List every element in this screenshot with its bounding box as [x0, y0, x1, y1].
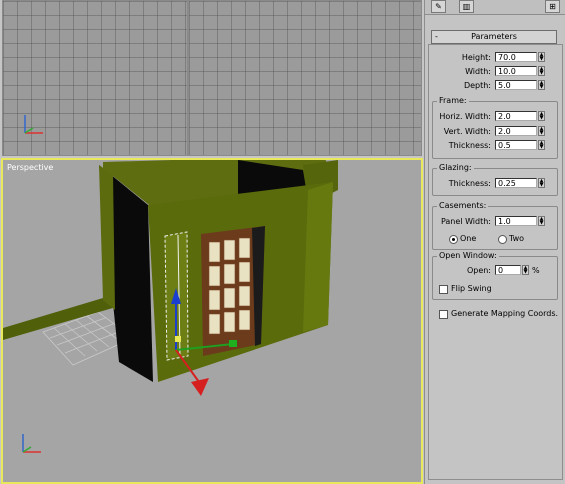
scene-render [3, 160, 338, 396]
depth-field[interactable]: 5.0 [495, 80, 537, 90]
open-field[interactable]: 0 [495, 265, 521, 275]
top-right-viewport[interactable] [188, 0, 422, 156]
frame-thickness-label: Thickness: [448, 141, 491, 150]
perspective-viewport[interactable]: Perspective [1, 158, 423, 484]
width-spinner[interactable]: ▲ ▼ [538, 66, 545, 76]
casement-one-label[interactable]: One [460, 234, 476, 243]
height-spinner[interactable]: ▲ ▼ [538, 52, 545, 62]
casement-two-label[interactable]: Two [509, 234, 524, 243]
frame-group-title: Frame: [437, 96, 469, 106]
create-tab-icon[interactable]: ✎ [431, 0, 446, 13]
horiz-width-label: Horiz. Width: [439, 112, 491, 121]
glazing-thickness-label: Thickness: [448, 179, 491, 188]
vert-width-label: Vert. Width: [443, 127, 491, 136]
parameters-title: Parameters [471, 32, 517, 41]
axis-gizmo-icon [24, 115, 43, 134]
glazing-thickness-spinner[interactable]: ▲ ▼ [538, 178, 545, 188]
gizmo-x-arrow [191, 378, 209, 396]
vert-width-spinner[interactable]: ▲ ▼ [538, 126, 545, 136]
casements-group-title: Casements: [437, 201, 489, 211]
frame-thickness-field[interactable]: 0.5 [495, 140, 537, 150]
horiz-width-spinner[interactable]: ▲ ▼ [538, 111, 545, 121]
open-window-group-title: Open Window: [437, 251, 499, 261]
generate-mapping-label[interactable]: Generate Mapping Coords. [451, 309, 558, 318]
flip-swing-checkbox[interactable] [439, 285, 448, 294]
command-panel-tabs: ✎ ▥ ⊞ [425, 0, 565, 15]
glazing-group-title: Glazing: [437, 163, 474, 173]
hierarchy-tab-icon[interactable]: ▥ [459, 0, 474, 13]
casement-one-radio[interactable] [449, 235, 458, 244]
open-spinner[interactable]: ▲ ▼ [522, 265, 529, 275]
flip-swing-label[interactable]: Flip Swing [451, 284, 492, 293]
height-field[interactable]: 70.0 [495, 52, 537, 62]
percent-label: % [532, 266, 540, 275]
panel-width-spinner[interactable]: ▲ ▼ [538, 216, 545, 226]
generate-mapping-checkbox[interactable] [439, 310, 448, 319]
parameters-rollout-header[interactable]: - Parameters [431, 30, 557, 44]
axis-gizmo-icon [22, 434, 41, 453]
casement-two-radio[interactable] [498, 235, 507, 244]
command-panel: ✎ ▥ ⊞ - Parameters Height: 70.0 ▲ ▼ Width… [424, 0, 565, 484]
height-label: Height: [461, 53, 491, 62]
vert-width-field[interactable]: 2.0 [495, 126, 537, 136]
open-label: Open: [466, 266, 491, 275]
glazing-thickness-field[interactable]: 0.25 [495, 178, 537, 188]
width-label: Width: [465, 67, 491, 76]
depth-spinner[interactable]: ▲ ▼ [538, 80, 545, 90]
panel-width-field[interactable]: 1.0 [495, 216, 537, 226]
utilities-tab-icon[interactable]: ⊞ [545, 0, 560, 13]
top-left-viewport[interactable] [2, 0, 188, 156]
open-window-group: Open Window: [432, 251, 558, 300]
panel-width-label: Panel Width: [440, 217, 491, 226]
collapse-icon[interactable]: - [435, 31, 438, 43]
width-field[interactable]: 10.0 [495, 66, 537, 76]
depth-label: Depth: [463, 81, 491, 90]
horiz-width-field[interactable]: 2.0 [495, 111, 537, 121]
frame-thickness-spinner[interactable]: ▲ ▼ [538, 140, 545, 150]
